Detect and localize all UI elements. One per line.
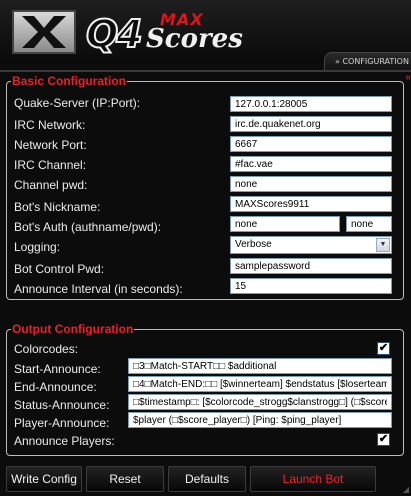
player-announce-input[interactable] <box>128 412 392 428</box>
control-pwd-input[interactable] <box>230 258 392 274</box>
logging-label: Logging: <box>14 240 61 254</box>
resize-grip-icon[interactable]: ◢ <box>403 485 409 494</box>
end-announce-label: End-Announce: <box>14 380 97 394</box>
nickname-input[interactable] <box>230 196 392 212</box>
irc-channel-label: IRC Channel: <box>14 158 87 172</box>
control-pwd-label: Bot Control Pwd: <box>14 262 105 276</box>
start-announce-label: Start-Announce: <box>14 362 101 376</box>
server-input[interactable] <box>230 96 392 112</box>
auth-name-input[interactable] <box>230 216 340 232</box>
tab-configuration[interactable]: » CONFIGURATION <box>324 52 411 72</box>
app-logo <box>12 10 76 54</box>
app-header: Q4 MAX Scores » CONFIGURATION <box>0 0 411 72</box>
irc-network-label: IRC Network: <box>14 118 86 132</box>
header-divider <box>0 70 411 72</box>
irc-channel-input[interactable] <box>230 156 392 172</box>
start-announce-input[interactable] <box>128 358 392 374</box>
status-announce-input[interactable] <box>128 394 392 410</box>
brand-wordmark: Q4 MAX Scores <box>85 8 243 58</box>
auth-pwd-input[interactable] <box>346 216 392 232</box>
irc-network-input[interactable] <box>230 116 392 132</box>
chevron-down-icon[interactable]: ▼ <box>376 238 390 252</box>
channel-pwd-input[interactable] <box>230 176 392 192</box>
logging-select[interactable]: Verbose ▼ <box>230 236 392 254</box>
announce-players-checkbox[interactable]: ✔ <box>377 433 390 446</box>
auth-label: Bot's Auth (authname/pwd): <box>14 220 162 234</box>
basic-configuration-title: Basic Configuration <box>12 74 127 88</box>
launch-bot-button[interactable]: Launch Bot <box>250 466 376 492</box>
player-announce-label: Player-Announce: <box>14 416 110 430</box>
brand-q4: Q4 <box>85 11 144 57</box>
server-label: Quake-Server (IP:Port): <box>14 96 141 110</box>
network-port-label: Network Port: <box>14 138 87 152</box>
announce-players-label: Announce Players: <box>14 434 115 448</box>
action-bar: Write Config Reset Defaults Launch Bot ◢ <box>0 462 411 496</box>
colorcodes-label: Colorcodes: <box>14 342 79 356</box>
reset-button[interactable]: Reset <box>86 466 164 492</box>
brand-scores: Scores <box>146 24 243 54</box>
channel-pwd-label: Channel pwd: <box>14 178 88 192</box>
announce-interval-input[interactable] <box>230 278 392 294</box>
write-config-button[interactable]: Write Config <box>6 466 82 492</box>
colorcodes-checkbox[interactable]: ✔ <box>377 342 390 355</box>
logging-select-value: Verbose <box>235 239 272 250</box>
announce-interval-label: Announce Interval (in seconds): <box>14 282 183 296</box>
output-configuration-title: Output Configuration <box>12 322 134 336</box>
nickname-label: Bot's Nickname: <box>14 200 101 214</box>
status-announce-label: Status-Announce: <box>14 398 110 412</box>
end-announce-input[interactable] <box>128 376 392 392</box>
x-logo-icon <box>22 16 66 48</box>
network-port-input[interactable] <box>230 136 392 152</box>
tab-configuration-label: » CONFIGURATION <box>335 57 409 66</box>
defaults-button[interactable]: Defaults <box>168 466 246 492</box>
collapse-arrow-icon[interactable]: « <box>405 72 411 83</box>
